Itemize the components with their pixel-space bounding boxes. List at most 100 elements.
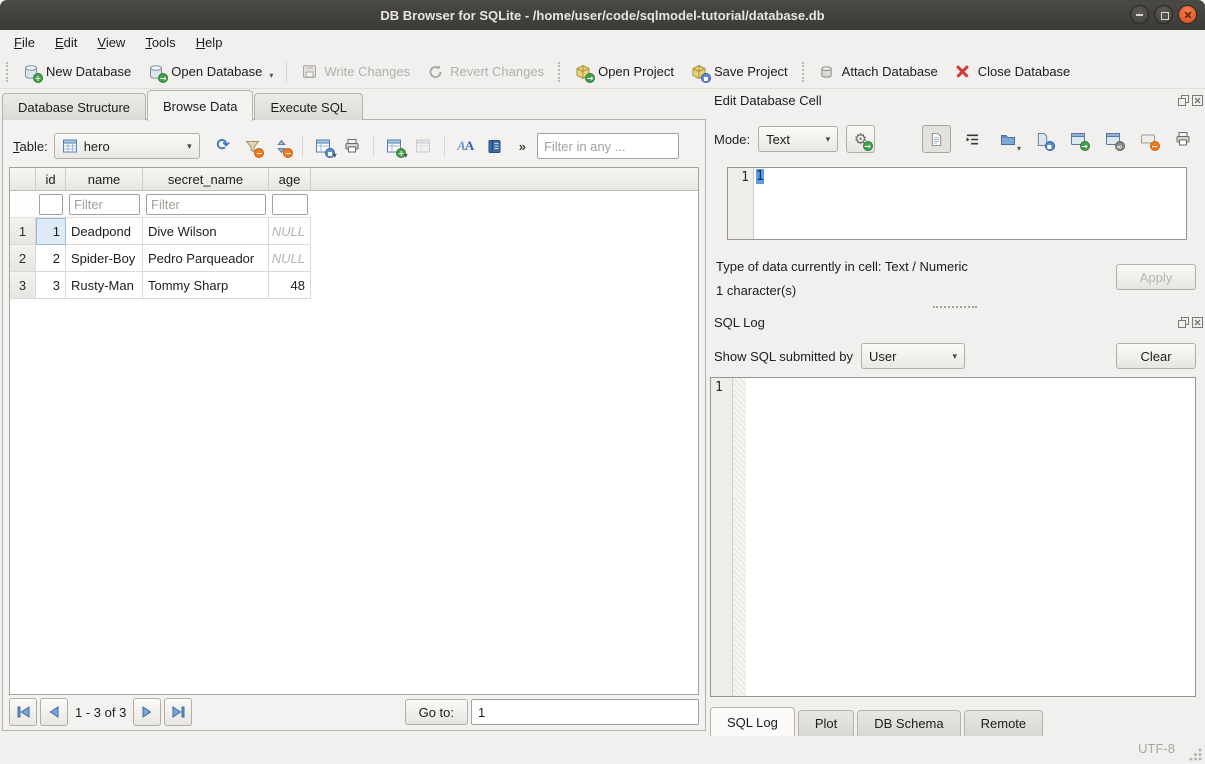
cell-age[interactable]: NULL xyxy=(269,218,311,245)
attach-database-button[interactable]: Attach Database xyxy=(810,59,946,84)
menu-file[interactable]: File xyxy=(4,32,45,53)
set-null-button[interactable]: − xyxy=(1134,126,1161,152)
cell-secret-name[interactable]: Pedro Parqueador xyxy=(143,245,269,272)
menu-help[interactable]: Help xyxy=(186,32,233,53)
open-project-button[interactable]: → Open Project xyxy=(566,59,682,84)
cell-id[interactable]: 1 xyxy=(36,218,66,245)
previous-page-button[interactable] xyxy=(40,698,68,726)
auto-switch-mode-button[interactable]: ⚙ → xyxy=(846,125,875,153)
filter-input-id[interactable] xyxy=(39,194,63,215)
dock-close-button[interactable] xyxy=(1191,94,1204,107)
document-icon xyxy=(928,131,946,148)
tab-db-schema[interactable]: DB Schema xyxy=(857,710,960,736)
sql-source-combobox[interactable]: User ▾ xyxy=(861,343,965,369)
last-page-button[interactable] xyxy=(164,698,192,726)
set-null-icon: − xyxy=(1139,131,1157,148)
tab-sql-log[interactable]: SQL Log xyxy=(710,707,795,736)
dock-close-button[interactable] xyxy=(1191,316,1204,329)
filter-input-secret-name[interactable] xyxy=(146,194,266,215)
row-header[interactable]: 3 xyxy=(10,272,36,299)
menu-tools[interactable]: Tools xyxy=(135,32,185,53)
resize-grip[interactable] xyxy=(1189,748,1202,761)
toolbar-grip[interactable] xyxy=(6,62,8,82)
save-project-button[interactable]: ▪ Save Project xyxy=(682,59,796,84)
import-cell-data-button[interactable]: ▾ xyxy=(994,126,1021,152)
tab-execute-sql[interactable]: Execute SQL xyxy=(254,93,363,120)
tab-plot[interactable]: Plot xyxy=(798,710,854,736)
open-database-button[interactable]: → Open Database ▾ xyxy=(139,59,281,84)
first-page-button[interactable] xyxy=(9,698,37,726)
refresh-button[interactable]: ⟳ xyxy=(210,133,237,159)
cell-secret-name[interactable]: Dive Wilson xyxy=(143,218,269,245)
open-url-button[interactable]: ∞ xyxy=(1099,126,1126,152)
column-header-secret-name[interactable]: secret_name xyxy=(143,168,269,191)
cell-name[interactable]: Deadpond xyxy=(66,218,143,245)
main-toolbar: + New Database → Open Database ▾ Write C… xyxy=(0,55,1205,89)
word-wrap-button[interactable] xyxy=(959,126,986,152)
encoding-indicator: UTF-8 xyxy=(1138,741,1175,756)
toolbar-grip[interactable] xyxy=(558,62,560,82)
next-page-button[interactable] xyxy=(133,698,161,726)
dock-float-button[interactable] xyxy=(1177,316,1190,329)
table-row: 1 1 Deadpond Dive Wilson NULL xyxy=(10,218,698,245)
export-table-button[interactable]: ▪ ▾ xyxy=(310,133,337,159)
goto-button[interactable]: Go to: xyxy=(405,699,468,725)
export-cell-data-button[interactable]: ▪ xyxy=(1029,126,1056,152)
print-table-button[interactable] xyxy=(339,133,366,159)
clear-filters-button[interactable]: − xyxy=(239,133,266,159)
cell-age[interactable]: 48 xyxy=(269,272,311,299)
open-external-button[interactable]: → xyxy=(1064,126,1091,152)
external-window-icon: → xyxy=(1069,131,1087,148)
clear-sorting-button[interactable]: − xyxy=(268,133,295,159)
tab-browse-data[interactable]: Browse Data xyxy=(147,90,253,121)
maximize-button[interactable] xyxy=(1154,5,1173,24)
grid-filter-row xyxy=(10,191,698,218)
toolbar-overflow-button[interactable]: » xyxy=(516,139,529,154)
open-database-dropdown-icon[interactable]: ▾ xyxy=(269,71,273,80)
close-button[interactable] xyxy=(1178,5,1197,24)
print-cell-button[interactable] xyxy=(1169,126,1196,152)
cell-secret-name[interactable]: Tommy Sharp xyxy=(143,272,269,299)
cell-id[interactable]: 3 xyxy=(36,272,66,299)
tab-database-structure[interactable]: Database Structure xyxy=(2,93,146,120)
filter-input-age[interactable] xyxy=(272,194,308,215)
toolbar-grip[interactable] xyxy=(802,62,804,82)
edit-display-format-button[interactable]: AA xyxy=(452,133,479,159)
mode-combobox[interactable]: Text ▾ xyxy=(758,126,838,152)
column-header-age[interactable]: age xyxy=(269,168,311,191)
close-database-button[interactable]: Close Database xyxy=(946,59,1079,84)
close-icon xyxy=(1192,317,1203,328)
sql-log-editor[interactable]: 1 xyxy=(710,377,1196,697)
column-header-name[interactable]: name xyxy=(66,168,143,191)
column-header-id[interactable]: id xyxy=(36,168,66,191)
goto-input[interactable] xyxy=(471,699,699,725)
new-database-button[interactable]: + New Database xyxy=(14,59,139,84)
jump-to-row-button[interactable] xyxy=(481,133,508,159)
filter-input-name[interactable] xyxy=(69,194,140,215)
text-mode-toggle-button[interactable] xyxy=(922,125,951,153)
sql-log-content[interactable] xyxy=(746,378,1195,696)
table-combobox[interactable]: hero ▾ xyxy=(54,133,200,159)
cell-name[interactable]: Spider-Boy xyxy=(66,245,143,272)
insert-record-button[interactable]: + ▾ xyxy=(381,133,408,159)
dock-splitter-handle[interactable] xyxy=(933,306,977,308)
filter-any-column-input[interactable] xyxy=(537,133,679,159)
corner-header[interactable] xyxy=(10,168,36,191)
dock-float-button[interactable] xyxy=(1177,94,1190,107)
tab-remote[interactable]: Remote xyxy=(964,710,1044,736)
cell-age[interactable]: NULL xyxy=(269,245,311,272)
cell-editor-content[interactable]: 1 xyxy=(754,168,1186,239)
clear-log-button[interactable]: Clear xyxy=(1116,343,1196,369)
menu-view[interactable]: View xyxy=(87,32,135,53)
row-header[interactable]: 1 xyxy=(10,218,36,245)
cell-name[interactable]: Rusty-Man xyxy=(66,272,143,299)
cell-id[interactable]: 2 xyxy=(36,245,66,272)
menu-edit[interactable]: Edit xyxy=(45,32,87,53)
cell-editor[interactable]: 1 1 xyxy=(727,167,1187,240)
row-header[interactable]: 2 xyxy=(10,245,36,272)
minimize-button[interactable] xyxy=(1130,5,1149,24)
show-sql-label: Show SQL submitted by xyxy=(714,349,853,364)
apply-button: Apply xyxy=(1116,264,1196,290)
chevron-down-icon: ▾ xyxy=(826,134,831,145)
attach-database-label: Attach Database xyxy=(842,64,938,79)
